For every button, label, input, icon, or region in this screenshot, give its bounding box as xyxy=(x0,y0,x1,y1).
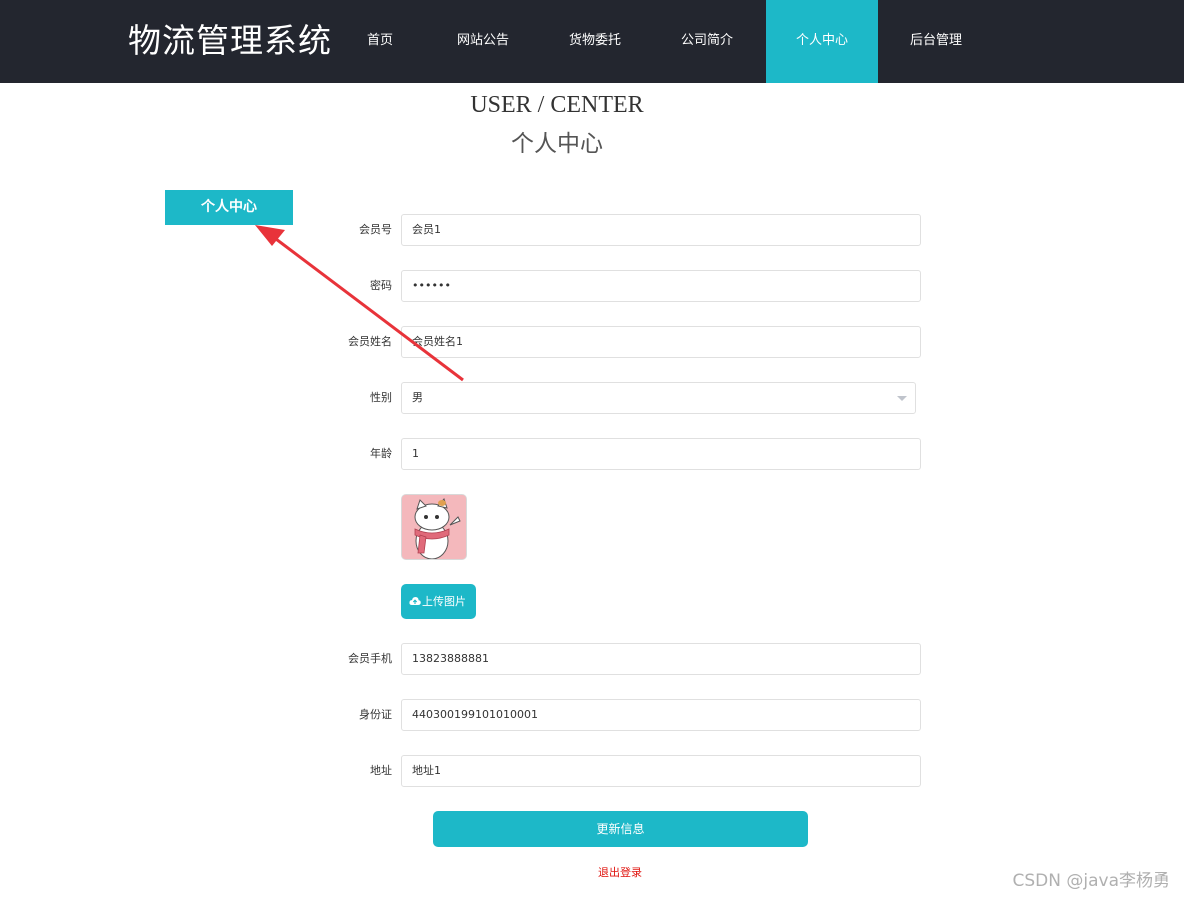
password-label: 密码 xyxy=(370,279,392,292)
address-label: 地址 xyxy=(370,764,392,777)
id-card-input[interactable] xyxy=(401,699,921,731)
nav-item-personal-center[interactable]: 个人中心 xyxy=(766,0,878,83)
password-input[interactable] xyxy=(401,270,921,302)
member-name-label: 会员姓名 xyxy=(348,335,392,348)
address-input[interactable] xyxy=(401,755,921,787)
update-info-button[interactable]: 更新信息 xyxy=(433,811,808,847)
nav-item-home[interactable]: 首页 xyxy=(355,0,405,83)
gender-select[interactable]: 男 xyxy=(401,382,916,414)
chevron-down-icon xyxy=(897,396,907,401)
page-heading-english: USER / CENTER xyxy=(470,92,644,118)
cloud-upload-icon xyxy=(409,597,421,605)
gender-label: 性别 xyxy=(370,391,392,404)
sidebar-tab-personal-center[interactable]: 个人中心 xyxy=(165,190,293,225)
avatar-image xyxy=(401,494,467,560)
csdn-watermark: CSDN @java李杨勇 xyxy=(1012,871,1171,891)
gender-selected-value: 男 xyxy=(412,391,423,404)
nav-item-cargo-consignment[interactable]: 货物委托 xyxy=(560,0,630,83)
top-navigation-bar: 物流管理系统 首页 网站公告 货物委托 公司简介 个人中心 后台管理 xyxy=(0,0,1184,83)
nav-item-company-profile[interactable]: 公司简介 xyxy=(672,0,742,83)
logout-link[interactable]: 退出登录 xyxy=(520,864,720,880)
nav-item-announcements[interactable]: 网站公告 xyxy=(448,0,518,83)
id-card-label: 身份证 xyxy=(359,708,392,721)
upload-image-label: 上传图片 xyxy=(422,595,466,608)
cat-avatar-illustration xyxy=(402,495,466,559)
page-heading-chinese: 个人中心 xyxy=(511,131,603,157)
phone-input[interactable] xyxy=(401,643,921,675)
member-no-label: 会员号 xyxy=(359,223,392,236)
member-name-input[interactable] xyxy=(401,326,921,358)
age-label: 年龄 xyxy=(370,447,392,460)
nav-item-admin[interactable]: 后台管理 xyxy=(900,0,972,83)
phone-label: 会员手机 xyxy=(348,652,392,665)
member-no-input[interactable] xyxy=(401,214,921,246)
upload-image-button[interactable]: 上传图片 xyxy=(401,584,476,619)
brand-title: 物流管理系统 xyxy=(128,21,332,60)
age-input[interactable] xyxy=(401,438,921,470)
